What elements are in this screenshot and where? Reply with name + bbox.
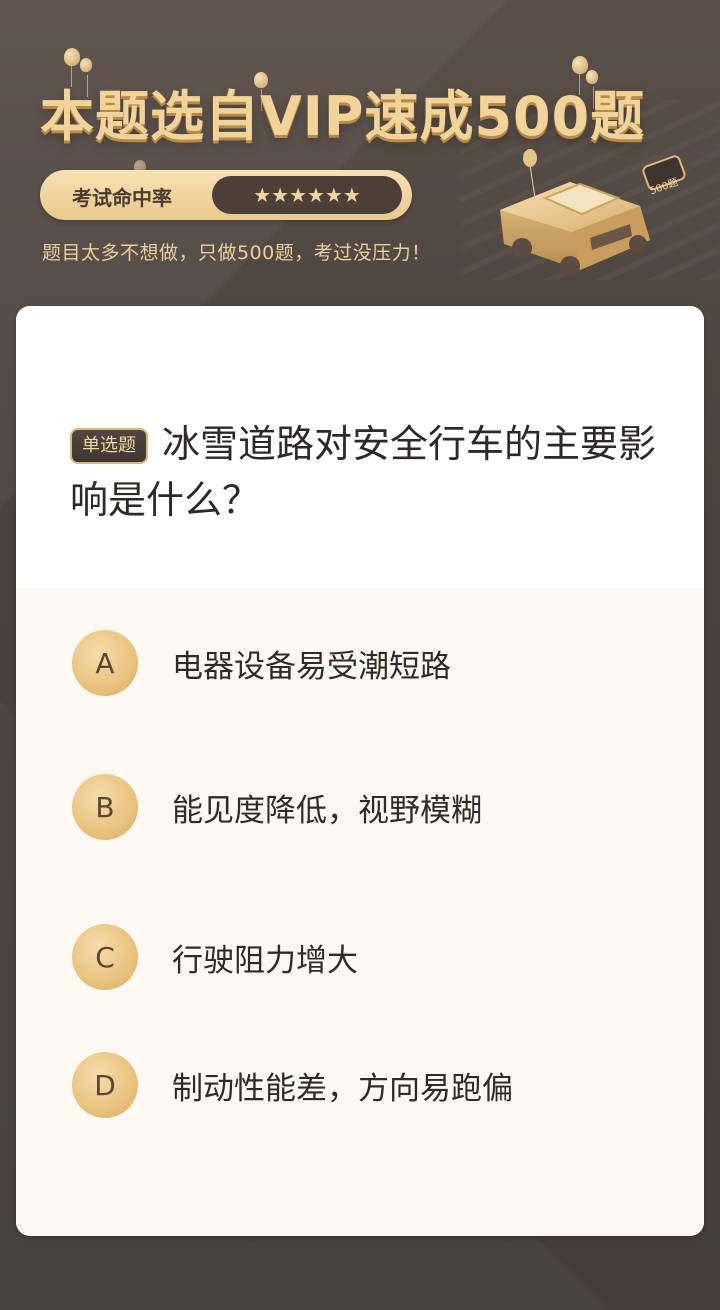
hit-rate-label: 考试命中率 bbox=[72, 186, 172, 210]
balloon-icon bbox=[64, 48, 80, 87]
vip-banner: 本题选自VIP速成500题 考试命中率 ★★★★★★ 题目太多不想做，只做500… bbox=[0, 0, 720, 310]
option-d[interactable]: D 制动性能差，方向易跑偏 bbox=[72, 1052, 672, 1118]
option-c[interactable]: C 行驶阻力增大 bbox=[72, 924, 672, 990]
option-b[interactable]: B 能见度降低，视野模糊 bbox=[72, 774, 672, 840]
question-text: 冰雪道路对安全行车的主要影响是什么？ bbox=[70, 422, 657, 522]
option-letter: C bbox=[72, 924, 138, 990]
question-stem: 单选题 冰雪道路对安全行车的主要影响是什么？ bbox=[70, 416, 670, 528]
option-text: 电器设备易受潮短路 bbox=[172, 648, 451, 685]
star-rating: ★★★★★★ bbox=[212, 176, 402, 214]
option-letter: D bbox=[72, 1052, 138, 1118]
option-text: 能见度降低，视野模糊 bbox=[172, 792, 482, 829]
car-illustration-icon: 500题 bbox=[500, 149, 686, 276]
balloon-icon bbox=[80, 58, 92, 97]
hit-rate-pill: 考试命中率 ★★★★★★ bbox=[40, 170, 412, 220]
option-letter: A bbox=[72, 630, 138, 696]
question-card: 单选题 冰雪道路对安全行车的主要影响是什么？ A 电器设备易受潮短路 B 能见度降… bbox=[16, 306, 704, 1236]
banner-subtitle: 题目太多不想做，只做500题，考过没压力！ bbox=[42, 242, 431, 264]
option-text: 制动性能差，方向易跑偏 bbox=[172, 1070, 513, 1107]
option-letter: B bbox=[72, 774, 138, 840]
option-a[interactable]: A 电器设备易受潮短路 bbox=[72, 630, 672, 696]
question-type-badge: 单选题 bbox=[70, 428, 148, 464]
option-text: 行驶阻力增大 bbox=[172, 942, 358, 979]
